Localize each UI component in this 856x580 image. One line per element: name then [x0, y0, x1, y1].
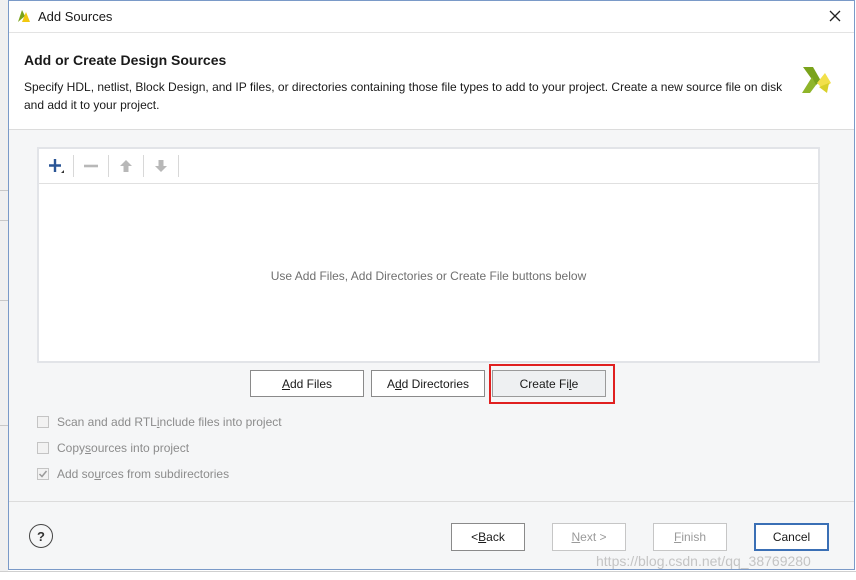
mnemonic-char: B [478, 530, 487, 544]
close-icon [829, 10, 841, 22]
page-description: Specify HDL, netlist, Block Design, and … [24, 80, 783, 112]
annotation-highlight-box [489, 364, 615, 404]
title-bar: Add Sources [9, 1, 854, 33]
toolbar-separator [73, 155, 74, 177]
window-title: Add Sources [38, 9, 113, 24]
copy-sources-checkbox[interactable] [37, 442, 49, 454]
plus-icon [49, 159, 64, 173]
option-label: Copy [57, 441, 86, 455]
watermark-text: https://blog.csdn.net/qq_38769280 [596, 553, 811, 569]
checkmark-icon [38, 470, 48, 478]
button-label: ack [486, 530, 505, 544]
help-icon: ? [37, 528, 45, 544]
option-label: ources into project [91, 441, 190, 455]
finish-button[interactable]: Finish [653, 523, 727, 551]
button-label: A [386, 376, 395, 391]
add-files-button[interactable]: Add Files [250, 370, 364, 397]
toolbar-separator [178, 155, 179, 177]
help-button[interactable]: ? [29, 524, 53, 548]
copy-sources-option[interactable]: Copy s ources into project [37, 439, 189, 457]
close-button[interactable] [822, 5, 848, 27]
footer-divider [9, 501, 854, 502]
mnemonic-char: d [394, 376, 402, 391]
file-list[interactable]: Use Add Files, Add Directories or Create… [39, 184, 818, 361]
button-label: ext > [580, 530, 607, 544]
subdirectories-checkbox[interactable] [37, 468, 49, 480]
arrow-up-icon [120, 160, 132, 172]
cancel-button[interactable]: Cancel [754, 523, 829, 551]
sources-list-panel: Use Add Files, Add Directories or Create… [37, 147, 820, 363]
option-label: Scan and add RTL [57, 415, 157, 429]
mnemonic-char: F [673, 530, 682, 544]
add-button[interactable] [45, 155, 67, 177]
background-divider [0, 220, 8, 221]
button-label: d Directories [401, 376, 470, 391]
scan-rtl-checkbox[interactable] [37, 416, 49, 428]
toolbar-separator [108, 155, 109, 177]
back-button[interactable]: < Back [451, 523, 525, 551]
mnemonic-char: N [571, 530, 581, 544]
dialog-header: Add or Create Design Sources Specify HDL… [9, 33, 854, 130]
remove-button[interactable] [80, 155, 102, 177]
list-toolbar [39, 149, 818, 184]
subdirectories-option[interactable]: Add so u rces from subdirectories [37, 465, 229, 483]
add-directories-button[interactable]: Add Directories [371, 370, 485, 397]
add-sources-dialog: Add Sources Add or Create Design Sources… [8, 0, 855, 570]
option-label: Add so [57, 467, 95, 481]
background-divider [0, 300, 8, 301]
background-window-edge [0, 0, 8, 579]
vivado-logo-icon [802, 67, 831, 93]
button-label: inish [681, 530, 707, 544]
background-divider [0, 425, 8, 426]
minus-icon [84, 164, 98, 168]
move-down-button[interactable] [150, 155, 172, 177]
arrow-down-icon [155, 160, 167, 172]
button-label: < [471, 530, 479, 544]
next-button[interactable]: Next > [552, 523, 626, 551]
page-title: Add or Create Design Sources [24, 52, 227, 68]
mnemonic-char: u [94, 467, 102, 481]
scan-rtl-option[interactable]: Scan and add RTL i nclude files into proj… [37, 413, 282, 431]
option-label: rces from subdirectories [101, 467, 230, 481]
vivado-logo-icon [18, 10, 30, 22]
button-label: dd Files [289, 376, 333, 391]
move-up-button[interactable] [115, 155, 137, 177]
toolbar-separator [143, 155, 144, 177]
background-divider [0, 190, 8, 191]
mnemonic-char: A [281, 376, 290, 391]
option-label: nclude files into project [159, 415, 282, 429]
empty-list-message: Use Add Files, Add Directories or Create… [270, 269, 587, 283]
